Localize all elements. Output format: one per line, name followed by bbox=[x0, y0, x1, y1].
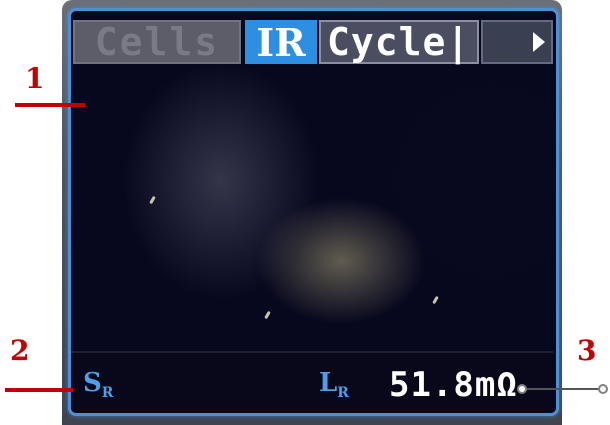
tab-scroll-area[interactable] bbox=[481, 20, 553, 64]
tab-ir[interactable]: IR bbox=[245, 20, 317, 65]
chevron-right-icon[interactable] bbox=[533, 32, 545, 52]
annotated-device-photo: Cells IR Cycle| SR LR 51.8mΩ 1 2 3 bbox=[0, 0, 610, 425]
annotation-line-2 bbox=[5, 388, 73, 392]
device-screen: Cells IR Cycle| SR LR 51.8mΩ bbox=[68, 8, 559, 416]
tab-bar: Cells IR Cycle| bbox=[71, 17, 553, 67]
annotation-marker-1: 1 bbox=[25, 62, 45, 95]
annotation-line-1 bbox=[15, 103, 85, 107]
annotation-leader-3 bbox=[522, 388, 600, 390]
short-range-indicator: SR bbox=[83, 367, 114, 401]
resistance-reading: 51.8mΩ bbox=[389, 365, 518, 405]
status-bar: SR LR 51.8mΩ bbox=[71, 351, 553, 413]
annotation-leader-start-dot bbox=[517, 384, 527, 394]
annotation-marker-2: 2 bbox=[10, 334, 30, 367]
long-range-indicator: LR bbox=[319, 367, 349, 401]
annotation-leader-end-dot bbox=[598, 384, 608, 394]
tab-cells[interactable]: Cells bbox=[73, 20, 241, 64]
tab-cycle[interactable]: Cycle| bbox=[319, 20, 479, 64]
annotation-marker-3: 3 bbox=[577, 334, 597, 367]
